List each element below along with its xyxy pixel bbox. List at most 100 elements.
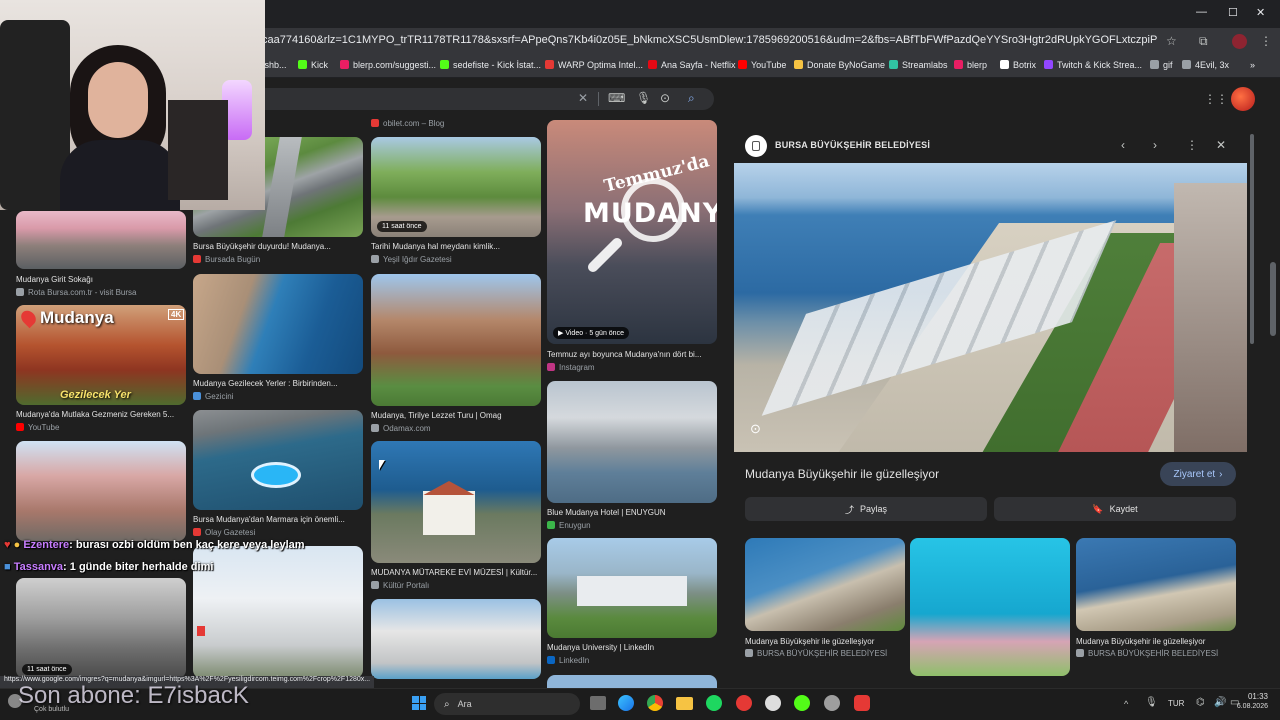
next-icon[interactable]: › (1153, 139, 1157, 151)
visit-button[interactable]: Ziyaret et › (1160, 462, 1236, 486)
close-panel-icon[interactable]: ✕ (1216, 139, 1226, 151)
result-source[interactable]: Rota Bursa.com.tr - visit Bursa (16, 288, 186, 297)
apps-grid-icon[interactable]: ⋮⋮ (1204, 93, 1228, 105)
panel-heading[interactable]: Mudanya Büyükşehir ile güzelleşiyor (745, 467, 939, 481)
obs-icon[interactable] (824, 695, 840, 711)
tray-mic-icon[interactable]: 🎙 (1145, 697, 1158, 709)
result-caption[interactable]: Mudanya, Tirilye Lezzet Turu | Omag (371, 411, 541, 420)
lens-icon[interactable]: ⊙ (660, 92, 670, 104)
related-source[interactable]: BURSA BÜYÜKŞEHİR BELEDİYESİ (745, 649, 905, 658)
result-image[interactable] (371, 441, 541, 563)
result-image[interactable] (16, 441, 186, 541)
bookmark-item[interactable]: YouTube (738, 60, 786, 70)
result-source[interactable]: Bursada Bugün (193, 255, 363, 264)
lens-search-icon[interactable]: ⊙ (750, 422, 761, 435)
result-image[interactable]: Temmuz'da MUDANYA ▶ Video · 5 gün önce (547, 120, 717, 344)
network-icon[interactable]: ⌬ (1196, 697, 1205, 709)
bookmark-item[interactable]: blerp.com/suggesti... (340, 60, 436, 70)
bookmark-item[interactable]: sedefiste - Kick İstat... (440, 60, 541, 70)
result-caption[interactable]: MUDANYA MÜTAREKE EVİ MÜZESİ | Kültür... (371, 568, 541, 577)
result-source[interactable]: Enuygun (547, 521, 717, 530)
preview-image[interactable]: ⊙ (734, 163, 1247, 452)
more-options-icon[interactable]: ⋮ (1186, 139, 1198, 151)
app-icon-green[interactable] (794, 695, 810, 711)
related-image[interactable] (910, 538, 1070, 676)
result-source[interactable]: obilet.com – Blog (371, 119, 444, 128)
related-image[interactable] (745, 538, 905, 631)
bookmark-item[interactable]: Donate ByNoGame (794, 60, 885, 70)
result-image[interactable] (193, 410, 363, 510)
related-caption[interactable]: Mudanya Büyükşehir ile güzelleşiyor (1076, 637, 1236, 646)
profile-avatar[interactable] (1232, 34, 1247, 49)
previous-icon[interactable]: ‹ (1121, 139, 1125, 151)
result-caption[interactable]: Mudanya Gezilecek Yerler : Birbirinden..… (193, 379, 363, 388)
result-source[interactable]: Yeşil Iğdır Gazetesi (371, 255, 541, 264)
close-window-button[interactable]: ✕ (1256, 6, 1265, 19)
result-image[interactable] (16, 211, 186, 269)
bookmark-item[interactable]: Twitch & Kick Strea... (1044, 60, 1142, 70)
url-text[interactable]: caa774160&rlz=1C1MYPO_trTR1178TR1178&sxs… (262, 34, 1157, 50)
panel-scrollbar-thumb[interactable] (1250, 134, 1254, 344)
result-caption[interactable]: Mudanya Girit Sokağı (16, 275, 186, 284)
result-image[interactable] (371, 274, 541, 406)
result-caption[interactable]: Mudanya University | LinkedIn (547, 643, 717, 652)
bookmarks-overflow-icon[interactable]: » (1250, 60, 1255, 70)
microphone-icon[interactable]: 🎙 (636, 92, 651, 104)
spotify-icon[interactable] (706, 695, 722, 711)
result-caption[interactable]: Temmuz ayı boyunca Mudanya'nın dört bi..… (547, 350, 717, 359)
share-button[interactable]: ⤴ Paylaş (745, 497, 987, 521)
search-icon[interactable]: ⌕ (688, 92, 695, 104)
result-image[interactable] (371, 599, 541, 679)
taskbar-search[interactable]: ⌕ Ara (434, 693, 580, 715)
panel-source-title[interactable]: BURSA BÜYÜKŞEHİR BELEDİYESİ (775, 140, 930, 150)
bookmark-item[interactable]: blerp (954, 60, 987, 70)
tray-chevron-icon[interactable]: ^ (1124, 698, 1128, 710)
bookmark-item[interactable]: Streamlabs (889, 60, 948, 70)
result-caption[interactable]: Blue Mudanya Hotel | ENUYGUN (547, 508, 717, 517)
file-explorer-icon[interactable] (676, 697, 693, 710)
extensions-icon[interactable]: ⧉ (1199, 35, 1208, 47)
app-icon-red[interactable] (736, 695, 752, 711)
bookmark-item[interactable]: Kick (298, 60, 328, 70)
streamlabs-icon[interactable] (854, 695, 870, 711)
bookmark-star-icon[interactable]: ☆ (1166, 35, 1177, 47)
edge-icon[interactable] (618, 695, 634, 711)
result-image[interactable] (193, 546, 363, 678)
result-caption[interactable]: Bursa Mudanya'dan Marmara için önemli... (193, 515, 363, 524)
bookmark-item[interactable]: Botrix (1000, 60, 1036, 70)
bookmark-item[interactable]: Ana Sayfa - Netflix (648, 60, 736, 70)
bookmark-item[interactable]: WARP Optima Intel... (545, 60, 643, 70)
result-caption[interactable]: Mudanya'da Mutlaka Gezmeniz Gereken 5... (16, 410, 186, 419)
bookmark-item[interactable]: 4Evil, 3x (1182, 60, 1229, 70)
result-source[interactable]: LinkedIn (547, 656, 717, 665)
result-image[interactable]: 11 saat önce (16, 578, 186, 678)
save-button[interactable]: 🔖 Kaydet (994, 497, 1236, 521)
result-source[interactable]: Gezicini (193, 392, 363, 401)
result-source[interactable]: Kültür Portalı (371, 581, 541, 590)
result-image[interactable]: 11 saat önce (371, 137, 541, 237)
keyboard-icon[interactable]: ⌨ (608, 92, 625, 104)
browser-menu-icon[interactable]: ⋮ (1260, 35, 1272, 47)
maximize-button[interactable]: ☐ (1228, 6, 1238, 19)
related-caption[interactable]: Mudanya Büyükşehir ile güzelleşiyor (745, 637, 905, 646)
settings-icon[interactable] (765, 695, 781, 711)
page-scrollbar-thumb[interactable] (1270, 262, 1276, 336)
clear-search-icon[interactable]: ✕ (578, 92, 588, 104)
result-image[interactable] (547, 538, 717, 638)
language-indicator[interactable]: TUR (1168, 699, 1184, 708)
result-image[interactable] (193, 274, 363, 374)
result-image[interactable] (547, 381, 717, 503)
result-source[interactable]: Instagram (547, 363, 717, 372)
result-caption[interactable]: Bursa Büyükşehir duyurdu! Mudanya... (193, 242, 363, 251)
result-caption[interactable]: Tarihi Mudanya hal meydanı kimlik... (371, 242, 541, 251)
result-source[interactable]: Olay Gazetesi (193, 528, 363, 537)
result-image[interactable]: Mudanya 4K Gezilecek Yer (16, 305, 186, 405)
result-image[interactable] (547, 675, 717, 688)
related-source[interactable]: BURSA BÜYÜKŞEHİR BELEDİYESİ (1076, 649, 1236, 658)
account-avatar[interactable] (1231, 87, 1255, 111)
result-source[interactable]: YouTube (16, 423, 186, 432)
start-button[interactable] (412, 696, 426, 710)
chrome-icon[interactable] (647, 695, 663, 711)
related-image[interactable] (1076, 538, 1236, 631)
clock-date[interactable]: 6.08.2026 (1222, 703, 1268, 710)
